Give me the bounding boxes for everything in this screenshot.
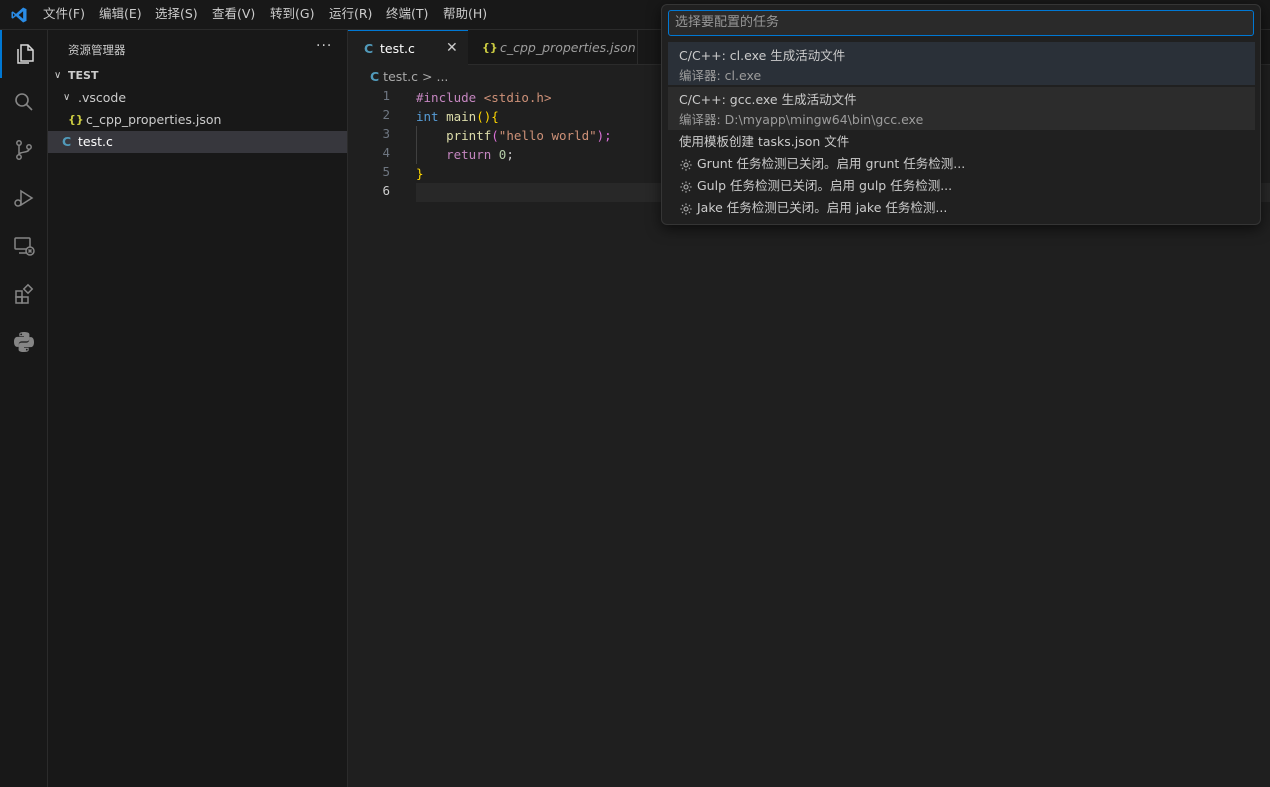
files-icon (17, 44, 34, 64)
tab-c-cpp-properties[interactable]: {} c_cpp_properties.json (468, 30, 638, 65)
search-icon (15, 93, 33, 111)
activity-bar (0, 30, 48, 787)
indent-guide (416, 126, 417, 164)
quick-pick-item[interactable]: C/C++: gcc.exe 生成活动文件 编译器: D:\myapp\ming… (668, 87, 1255, 130)
code-token: ( (491, 128, 499, 143)
explorer-sidebar: 资源管理器 ··· ∨ TEST ∨ .vscode {} c_cpp_prop… (48, 30, 348, 787)
gear-icon (680, 202, 692, 215)
menu-file[interactable]: 文件(F) (43, 0, 85, 30)
code-token: main (446, 109, 477, 124)
code-token: return (446, 147, 492, 162)
code-token: ); (596, 128, 612, 143)
code-token: int (416, 109, 439, 124)
menu-terminal[interactable]: 终端(T) (386, 0, 428, 30)
file-name: c_cpp_properties.json (86, 112, 222, 127)
quick-pick-item[interactable]: C/C++: cl.exe 生成活动文件 编译器: cl.exe (668, 42, 1255, 85)
close-icon[interactable]: ✕ (446, 31, 458, 66)
remote-explorer-icon (14, 237, 35, 256)
tree-file-json[interactable]: {} c_cpp_properties.json (48, 109, 347, 131)
line-number: 3 (382, 126, 390, 141)
code-token: } (416, 166, 424, 181)
code-token: "hello world" (498, 128, 597, 143)
create-from-template-item[interactable]: 使用模板创建 tasks.json 文件 (668, 131, 1255, 153)
grunt-detect-item[interactable]: Grunt 任务检测已关闭。启用 grunt 任务检测... (668, 153, 1255, 175)
breadcrumb-file[interactable]: test.c (383, 69, 418, 84)
task-search-input[interactable]: 选择要配置的任务 (668, 10, 1254, 36)
menu-help[interactable]: 帮助(H) (443, 0, 487, 30)
menu-selection[interactable]: 选择(S) (155, 0, 198, 30)
quick-pick-popup: 选择要配置的任务 C/C++: cl.exe 生成活动文件 编译器: cl.ex… (661, 4, 1261, 225)
tree-file-testc[interactable]: C test.c (48, 131, 347, 153)
line-number: 6 (382, 183, 390, 198)
python-icon (14, 332, 34, 352)
breadcrumb-rest[interactable]: ... (436, 69, 448, 84)
code-line-2: int main(){ (416, 107, 499, 126)
explorer-activity[interactable] (0, 30, 48, 78)
gear-icon (680, 180, 692, 193)
code-token: <stdio.h> (483, 90, 552, 105)
run-debug-activity[interactable] (0, 174, 48, 222)
gear-icon (680, 158, 692, 171)
tree-folder-vscode[interactable]: ∨ .vscode (48, 87, 347, 109)
tab-label: test.c (380, 41, 415, 56)
line-number: 5 (382, 164, 390, 179)
search-activity[interactable] (0, 78, 48, 126)
folder-name: TEST (68, 69, 99, 82)
line-number: 2 (382, 107, 390, 122)
tab-label: c_cpp_properties.json (500, 40, 636, 55)
remote-explorer-activity[interactable] (0, 222, 48, 270)
menu-view[interactable]: 查看(V) (212, 0, 255, 30)
code-token: (){ (476, 109, 499, 124)
chevron-down-icon: ∨ (63, 92, 71, 103)
code-token: ; (506, 147, 514, 162)
item-label: Grunt 任务检测已关闭。启用 grunt 任务检测... (697, 156, 966, 171)
line-number: 4 (382, 145, 390, 160)
json-file-icon: {} (482, 41, 498, 54)
breadcrumb: C test.c > ... (370, 69, 448, 84)
c-file-icon: C (364, 41, 374, 56)
json-file-icon: {} (68, 113, 84, 126)
breadcrumb-separator: > (422, 69, 433, 84)
code-line-3: printf("hello world"); (416, 126, 612, 145)
code-line-5: } (416, 164, 424, 183)
code-token: printf (446, 128, 492, 143)
source-control-icon (16, 140, 32, 160)
item-title: C/C++: cl.exe 生成活动文件 (679, 48, 846, 63)
code-line-4: return 0; (416, 145, 514, 164)
menu-run[interactable]: 运行(R) (329, 0, 372, 30)
item-subtitle: 编译器: cl.exe (679, 68, 762, 83)
source-control-activity[interactable] (0, 126, 48, 174)
code-token: #include (416, 90, 477, 105)
chevron-down-icon: ∨ (54, 70, 62, 81)
tree-folder-test[interactable]: ∨ TEST (48, 65, 347, 87)
tab-test-c[interactable]: C test.c ✕ (348, 30, 468, 65)
menu-edit[interactable]: 编辑(E) (99, 0, 142, 30)
vscode-logo-icon (11, 7, 27, 23)
c-file-icon: C (62, 134, 72, 149)
item-title: C/C++: gcc.exe 生成活动文件 (679, 92, 857, 107)
extensions-activity[interactable] (0, 270, 48, 318)
run-debug-icon (14, 189, 34, 207)
subfolder-name: .vscode (78, 90, 127, 105)
c-file-icon: C (370, 69, 380, 84)
more-actions-button[interactable]: ··· (316, 38, 332, 54)
python-activity[interactable] (0, 318, 48, 366)
item-subtitle: 编译器: D:\myapp\mingw64\bin\gcc.exe (679, 112, 924, 127)
explorer-title: 资源管理器 (68, 43, 126, 57)
extensions-icon (15, 283, 34, 304)
gulp-detect-item[interactable]: Gulp 任务检测已关闭。启用 gulp 任务检测... (668, 175, 1255, 197)
item-label: Gulp 任务检测已关闭。启用 gulp 任务检测... (697, 178, 953, 193)
menu-go[interactable]: 转到(G) (270, 0, 314, 30)
line-number: 1 (382, 88, 390, 103)
item-label: Jake 任务检测已关闭。启用 jake 任务检测... (697, 200, 948, 215)
file-name: test.c (78, 134, 113, 149)
code-line-1: #include <stdio.h> (416, 88, 551, 107)
jake-detect-item[interactable]: Jake 任务检测已关闭。启用 jake 任务检测... (668, 197, 1255, 219)
